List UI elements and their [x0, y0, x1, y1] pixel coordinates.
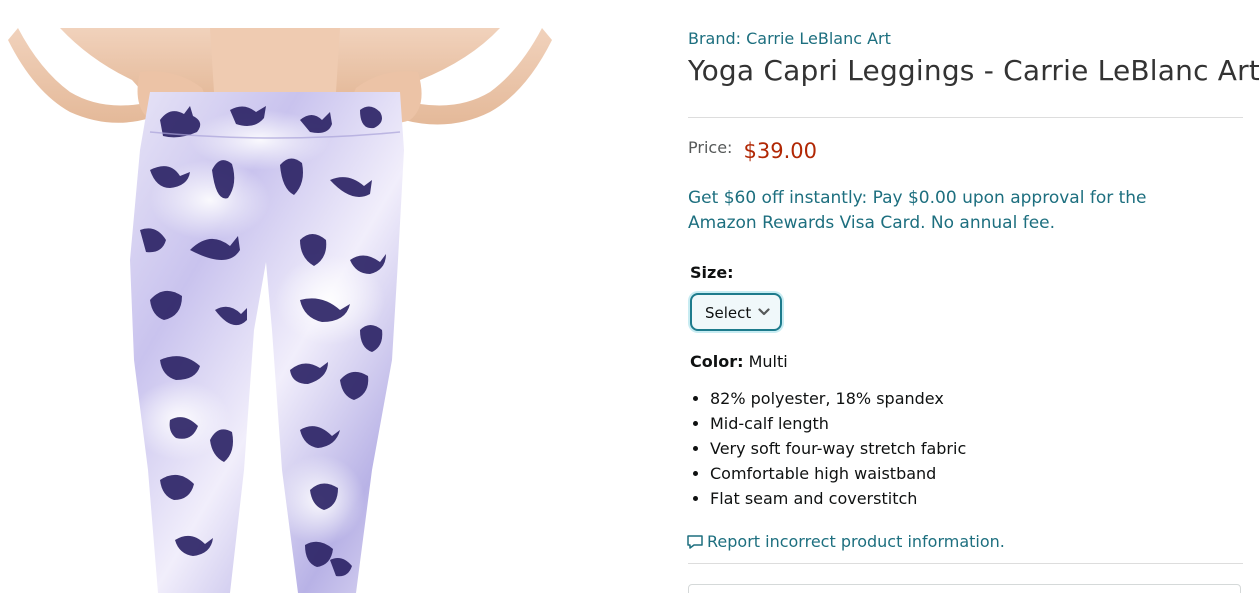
product-image[interactable] — [0, 0, 560, 593]
feature-bullet: Comfortable high waistband — [710, 461, 966, 486]
brand-link[interactable]: Brand: Carrie LeBlanc Art — [688, 29, 891, 48]
size-dropdown[interactable]: Select — [690, 293, 782, 331]
title-divider — [688, 117, 1243, 118]
price-label: Price: — [688, 138, 733, 157]
color-row: Color: Multi — [690, 352, 788, 371]
color-label: Color: — [690, 352, 744, 371]
speech-bubble-icon — [687, 534, 703, 549]
report-incorrect-info-link[interactable]: Report incorrect product information. — [686, 532, 1005, 551]
leggings-photo-icon — [8, 28, 552, 593]
size-label: Size: — [690, 263, 734, 282]
bottom-divider — [688, 563, 1243, 564]
report-link-text: Report incorrect product information. — [707, 532, 1005, 551]
feature-bullet: Mid-calf length — [710, 411, 966, 436]
buy-box-container — [688, 584, 1241, 593]
feature-bullets: 82% polyester, 18% spandex Mid-calf leng… — [688, 386, 966, 511]
size-dropdown-value: Select — [705, 304, 752, 322]
product-title: Yoga Capri Leggings - Carrie LeBlanc Art — [688, 54, 1259, 87]
feature-bullet: Flat seam and coverstitch — [710, 486, 966, 511]
price-value: $39.00 — [743, 139, 817, 163]
product-details: Brand: Carrie LeBlanc Art Yoga Capri Leg… — [686, 0, 1259, 593]
price-row: Price: $39.00 — [688, 137, 817, 165]
product-page: Brand: Carrie LeBlanc Art Yoga Capri Leg… — [0, 0, 1259, 593]
chevron-down-icon — [758, 308, 770, 316]
feature-bullet: Very soft four-way stretch fabric — [710, 436, 966, 461]
feature-bullet: 82% polyester, 18% spandex — [710, 386, 966, 411]
promo-link[interactable]: Get $60 off instantly: Pay $0.00 upon ap… — [688, 186, 1208, 236]
color-value: Multi — [748, 352, 788, 371]
